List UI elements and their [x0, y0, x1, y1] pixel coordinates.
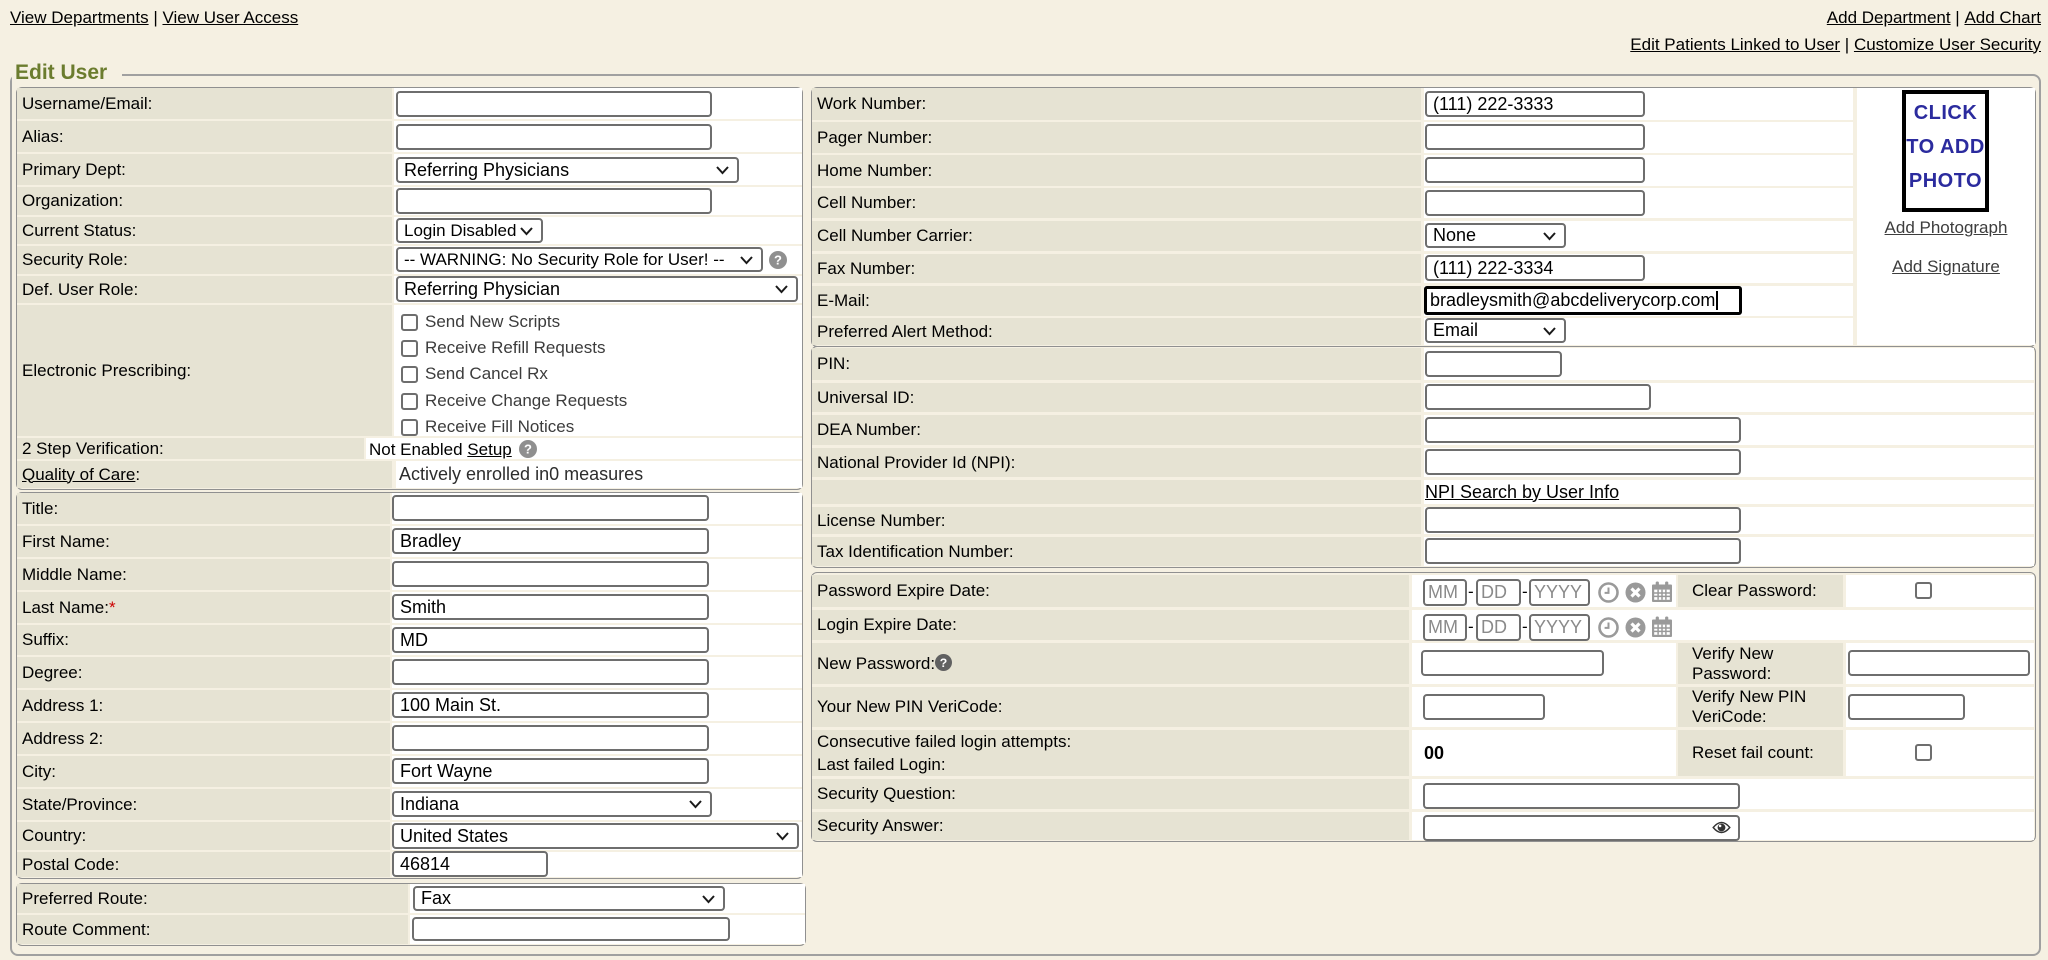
svg-text:?: ?: [940, 656, 948, 670]
svg-text:?: ?: [524, 442, 532, 457]
svg-text:?: ?: [774, 253, 782, 268]
